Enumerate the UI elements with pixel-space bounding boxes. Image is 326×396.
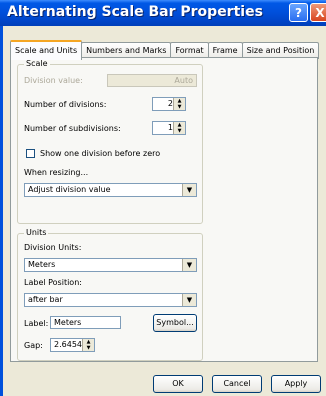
- cancel-button[interactable]: Cancel: [212, 375, 262, 393]
- show-one-division-checkbox[interactable]: [26, 149, 35, 158]
- when-resizing-dropdown[interactable]: Adjust division value ▼: [24, 183, 197, 197]
- scale-group-label: Scale: [24, 59, 50, 68]
- properties-dialog: Alternating Scale Bar Properties ? X Sca…: [0, 0, 326, 396]
- label-text-label: Label:: [24, 319, 49, 328]
- tab-scale-and-units[interactable]: Scale and Units: [10, 40, 83, 60]
- tab-panel: Scale Division value: Auto Number of div…: [10, 57, 318, 362]
- label-position-dropdown[interactable]: after bar ▼: [24, 293, 197, 307]
- units-group-label: Units: [24, 228, 49, 237]
- gap-spinner[interactable]: 2.6454 ▲ ▼: [50, 338, 95, 352]
- help-button[interactable]: ?: [289, 3, 308, 22]
- division-units-dropdown[interactable]: Meters ▼: [24, 258, 197, 272]
- num-divisions-arrows[interactable]: ▲ ▼: [173, 98, 185, 110]
- chevron-down-icon[interactable]: ▼: [182, 184, 196, 196]
- gap-value: 2.6454: [54, 340, 82, 349]
- division-units-label: Division Units:: [24, 243, 82, 252]
- num-divisions-spinner[interactable]: 2 ▲ ▼: [152, 97, 186, 111]
- chevron-down-icon[interactable]: ▼: [182, 294, 196, 306]
- num-subdivisions-label: Number of subdivisions:: [24, 124, 121, 133]
- close-button[interactable]: X: [310, 3, 326, 22]
- num-divisions-label: Number of divisions:: [24, 100, 107, 109]
- label-position-value: after bar: [28, 295, 63, 304]
- spin-down-icon[interactable]: ▼: [174, 128, 185, 134]
- label-position-label: Label Position:: [24, 278, 82, 287]
- gap-label: Gap:: [24, 341, 43, 350]
- division-value-field: Auto: [107, 74, 197, 87]
- show-one-division-label[interactable]: Show one division before zero: [40, 149, 160, 158]
- division-value-label: Division value:: [24, 76, 83, 85]
- when-resizing-label: When resizing...: [24, 168, 89, 177]
- num-subdivisions-arrows[interactable]: ▲ ▼: [173, 122, 185, 134]
- scale-group: Scale Division value: Auto Number of div…: [17, 59, 203, 224]
- label-text-field[interactable]: Meters: [50, 316, 121, 329]
- spin-down-icon[interactable]: ▼: [83, 345, 94, 351]
- spin-down-icon[interactable]: ▼: [174, 104, 185, 110]
- division-units-value: Meters: [28, 260, 56, 269]
- gap-arrows[interactable]: ▲ ▼: [82, 339, 94, 351]
- units-group: Units Division Units: Meters ▼ Label Pos…: [17, 228, 203, 361]
- ok-button[interactable]: OK: [153, 375, 203, 393]
- tab-strip: Scale and Units Numbers and Marks Format…: [10, 40, 320, 60]
- num-subdivisions-spinner[interactable]: 1 ▲ ▼: [152, 121, 186, 135]
- apply-button[interactable]: Apply: [271, 375, 321, 393]
- title-bar[interactable]: Alternating Scale Bar Properties ? X: [0, 0, 326, 26]
- window-border: [0, 26, 3, 396]
- when-resizing-value: Adjust division value: [28, 185, 111, 194]
- chevron-down-icon[interactable]: ▼: [182, 259, 196, 271]
- window-title: Alternating Scale Bar Properties: [7, 4, 263, 20]
- symbol-button[interactable]: Symbol...: [153, 314, 197, 332]
